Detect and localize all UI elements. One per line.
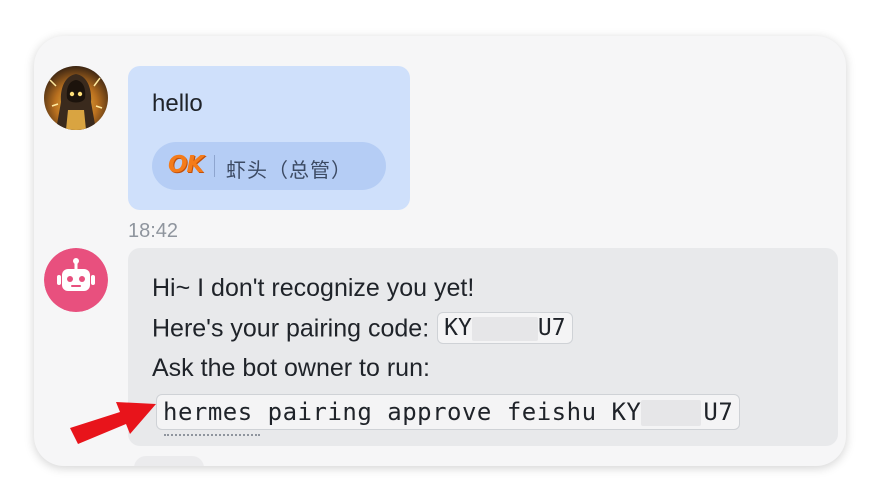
ok-emoji-icon: OK [168, 152, 204, 178]
user-message-text: hello [152, 90, 203, 117]
bot-greeting-line: Hi~ I don't recognize you yet! [152, 274, 475, 302]
bot-message-bubble[interactable]: Hi~ I don't recognize you yet! Here's yo… [128, 248, 838, 446]
approve-command-code[interactable]: hermes pairing approve feishu KY U7 [156, 394, 741, 430]
redacted-segment [641, 400, 702, 426]
instruction-line: Ask the bot owner to run: [152, 354, 430, 382]
red-arrow-icon [70, 402, 156, 444]
robot-icon [44, 248, 108, 312]
message-timestamp: 18:42 [128, 220, 179, 242]
dotted-underline [164, 434, 260, 436]
pairing-code[interactable]: KY U7 [437, 312, 573, 344]
reaction-divider [214, 155, 215, 177]
pairing-code-label: Here's your pairing code: [152, 314, 430, 343]
reactor-name: 虾头（总管） [226, 160, 352, 182]
ok-reaction-chip[interactable]: OK 虾头（总管） [152, 142, 386, 190]
pairing-code-prefix: KY [444, 315, 472, 341]
command-suffix: U7 [703, 398, 734, 426]
pairing-code-line: Here's your pairing code: KY U7 [152, 312, 573, 346]
redacted-segment [471, 316, 538, 341]
hooded-figure-avatar-icon [44, 66, 108, 130]
bot-avatar[interactable] [44, 248, 108, 312]
pairing-code-suffix: U7 [537, 315, 566, 341]
user-message-bubble[interactable]: hello OK 虾头（总管） [128, 66, 410, 210]
command-text: hermes pairing approve feishu KY [163, 398, 642, 426]
user-avatar[interactable] [44, 66, 108, 130]
